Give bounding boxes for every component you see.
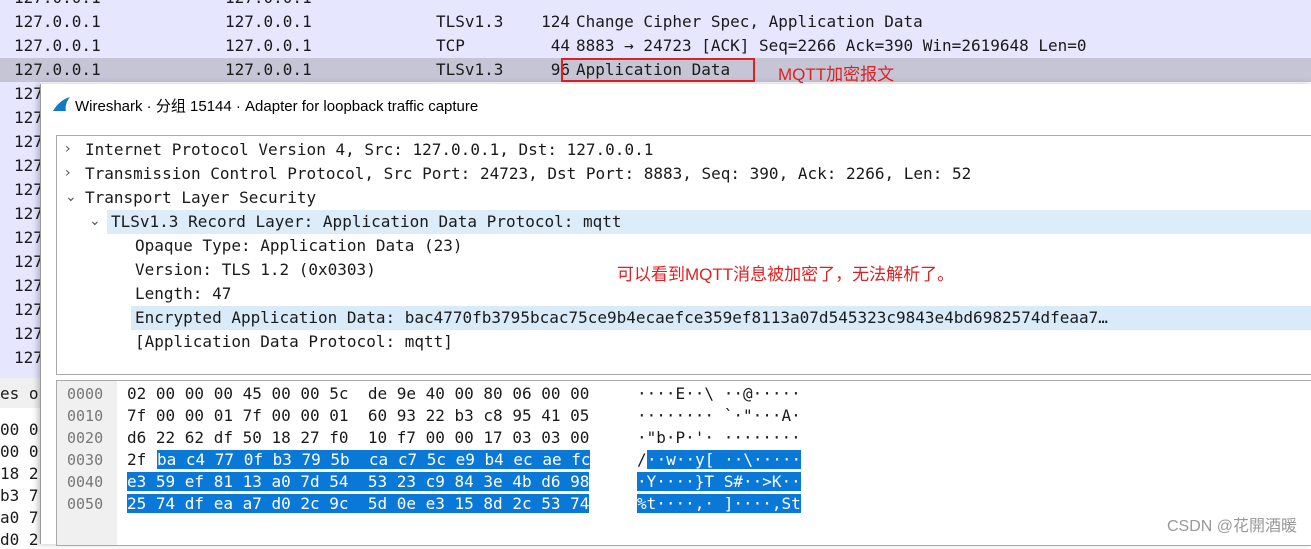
- packet-row[interactable]: 127.0.0.1 127.0.0.1 TCP 44 8883 → 24723 …: [0, 34, 1311, 58]
- row-fragment-extra: 127: [14, 348, 43, 367]
- ascii-row-selected[interactable]: ·Y····}T S#··>K··: [637, 472, 801, 491]
- tree-item-length[interactable]: Length: 47: [57, 282, 1311, 306]
- dst-cell: 127.0.0.1: [225, 12, 312, 31]
- chevron-right-icon[interactable]: ›: [65, 165, 71, 181]
- wireshark-fin-icon: [53, 97, 70, 111]
- hex-row[interactable]: d6 22 62 df 50 18 27 f0 10 f7 00 00 17 0…: [127, 428, 589, 447]
- watermark: CSDN @花開酒暖: [1166, 518, 1297, 535]
- src-cell: 127.0.0.1: [14, 36, 101, 55]
- byte-offset: 0000: [67, 385, 104, 403]
- red-highlight-box: [561, 58, 755, 82]
- ascii-row-selected[interactable]: ··w··y[ ··\·····: [647, 450, 802, 469]
- protocol-cell: TCP: [436, 36, 465, 55]
- hex-row[interactable]: 7f 00 00 01 7f 00 00 01 60 93 22 b3 c8 9…: [127, 406, 589, 425]
- bytes-fragment: d0 2: [0, 530, 39, 549]
- hex-row[interactable]: 2f: [127, 450, 146, 469]
- tree-item-tcp[interactable]: › Transmission Control Protocol, Src Por…: [57, 162, 1311, 186]
- tree-item-label: Opaque Type: Application Data (23): [135, 236, 463, 255]
- chevron-right-icon[interactable]: ›: [65, 141, 71, 157]
- length-cell: 44: [550, 36, 570, 55]
- byte-offset: 0040: [67, 473, 104, 491]
- packet-row-partial[interactable]: 127.0.0.1 127.0.0.1: [0, 0, 1311, 10]
- hex-row-selected[interactable]: e3 59 ef 81 13 a0 7d 54 53 23 c9 84 3e 4…: [127, 472, 590, 491]
- row-fragment: 127: [14, 324, 43, 343]
- offset-column: 0000 0010 0020 0030 0040 0050: [57, 381, 117, 545]
- tree-item-encrypted-data[interactable]: Encrypted Application Data: bac4770fb379…: [131, 306, 1311, 330]
- chevron-down-icon[interactable]: ⌄: [65, 189, 77, 205]
- window-title: Wireshark · 分组 15144 · Adapter for loopb…: [75, 98, 479, 115]
- ascii-row[interactable]: /: [637, 450, 647, 469]
- dst-cell: 127.0.0.1: [225, 36, 312, 55]
- tree-item-label: Version: TLS 1.2 (0x0303): [135, 260, 376, 279]
- byte-offset: 0010: [67, 407, 104, 425]
- length-cell: 124: [541, 12, 570, 31]
- tree-item-label: Length: 47: [135, 284, 232, 303]
- src-cell: 127.0.0.1: [14, 12, 101, 31]
- tree-item-ipv4[interactable]: › Internet Protocol Version 4, Src: 127.…: [57, 138, 1311, 162]
- src-cell: 127.0.0.1: [14, 0, 101, 7]
- row-fragment: 127: [14, 228, 43, 247]
- tree-item-label: Transmission Control Protocol, Src Port:…: [85, 164, 972, 183]
- tree-item-label: Internet Protocol Version 4, Src: 127.0.…: [85, 140, 654, 159]
- tree-item-label: TLSv1.3 Record Layer: Application Data P…: [111, 212, 622, 231]
- encrypted-annotation: 可以看到MQTT消息被加密了，无法解析了。: [617, 265, 955, 284]
- ascii-row[interactable]: ····E··\ ··@·····: [637, 384, 801, 403]
- bytes-fragment: es o: [0, 384, 39, 403]
- hex-row-selected[interactable]: ba c4 77 0f b3 79 5b ca c7 5c e9 b4 ec a…: [157, 450, 591, 469]
- row-fragment: 127: [14, 276, 43, 295]
- hex-row[interactable]: 02 00 00 00 45 00 00 5c de 9e 40 00 80 0…: [127, 384, 589, 403]
- window-titlebar[interactable]: Wireshark · 分组 15144 · Adapter for loopb…: [41, 84, 1311, 124]
- chevron-down-icon[interactable]: ⌄: [89, 213, 101, 229]
- ascii-row[interactable]: ·"b·P·'· ········: [637, 428, 801, 447]
- row-fragment: 127: [14, 180, 43, 199]
- row-fragment: 127: [14, 156, 43, 175]
- row-fragment: 127: [14, 204, 43, 223]
- bytes-fragment: 00 0: [0, 420, 39, 439]
- tree-item-label: [Application Data Protocol: mqtt]: [135, 332, 453, 351]
- ascii-row-selected[interactable]: %t····,· ]····,St: [637, 494, 801, 513]
- tree-item-label: Transport Layer Security: [85, 188, 317, 207]
- row-fragment: 127: [14, 84, 43, 103]
- tree-item-opaque-type[interactable]: Opaque Type: Application Data (23): [57, 234, 1311, 258]
- protocol-cell: TLSv1.3: [436, 12, 504, 31]
- packet-row[interactable]: 127.0.0.1 127.0.0.1 TLSv1.3 124 Change C…: [0, 10, 1311, 34]
- row-fragment: 127: [14, 132, 43, 151]
- packet-bytes-pane[interactable]: 0000 0010 0020 0030 0040 0050 02 00 00 0…: [56, 380, 1311, 546]
- tree-item-tls-record[interactable]: ⌄ TLSv1.3 Record Layer: Application Data…: [57, 210, 1311, 234]
- dst-cell: 127.0.0.1: [225, 60, 312, 79]
- row-fragment: 127: [14, 300, 43, 319]
- src-cell: 127.0.0.1: [14, 60, 101, 79]
- tree-item-app-protocol[interactable]: [Application Data Protocol: mqtt]: [57, 330, 1311, 354]
- bytes-fragment: a0 7: [0, 508, 39, 527]
- tree-item-label: Encrypted Application Data: bac4770fb379…: [135, 308, 1108, 327]
- packet-detail-window: Wireshark · 分组 15144 · Adapter for loopb…: [40, 84, 1311, 546]
- bytes-fragment: 00 0: [0, 442, 39, 461]
- row-fragment: 127: [14, 252, 43, 271]
- hex-row-selected[interactable]: 25 74 df ea a7 d0 2c 9c 5d 0e e3 15 8d 2…: [127, 494, 590, 513]
- protocol-cell: TLSv1.3: [436, 60, 504, 79]
- dst-cell: 127.0.0.1: [225, 0, 312, 7]
- byte-offset: 0050: [67, 495, 104, 513]
- tree-item-tls[interactable]: ⌄ Transport Layer Security: [57, 186, 1311, 210]
- info-cell: 8883 → 24723 [ACK] Seq=2266 Ack=390 Win=…: [576, 36, 1087, 55]
- bytes-fragment: b3 7: [0, 486, 39, 505]
- info-cell: Change Cipher Spec, Application Data: [576, 12, 923, 31]
- row-fragment: 127: [14, 108, 43, 127]
- mqtt-annotation: MQTT加密报文: [778, 65, 895, 84]
- byte-offset: 0020: [67, 429, 104, 447]
- byte-offset: 0030: [67, 451, 104, 469]
- packet-details-tree[interactable]: › Internet Protocol Version 4, Src: 127.…: [56, 135, 1311, 375]
- ascii-row[interactable]: ········ `·"···A·: [637, 406, 801, 425]
- bytes-fragment: 18 2: [0, 464, 39, 483]
